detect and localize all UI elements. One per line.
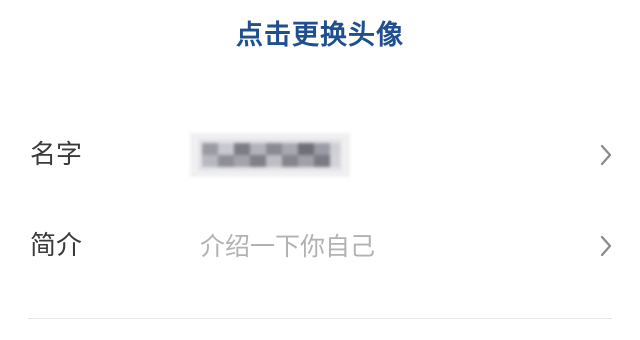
pixelation-mosaic <box>190 133 350 177</box>
chevron-right-icon <box>600 144 612 166</box>
name-value-blurred <box>190 127 350 183</box>
section-divider <box>28 318 612 319</box>
bio-label: 简介 <box>30 231 83 261</box>
change-avatar-button[interactable]: 点击更换头像 <box>0 0 640 64</box>
edit-profile-screen: 点击更换头像 名字 简介 介绍一下你自己 <box>0 0 640 340</box>
chevron-right-icon <box>600 235 612 257</box>
profile-row-bio[interactable]: 简介 介绍一下你自己 <box>0 214 640 278</box>
profile-row-name[interactable]: 名字 <box>0 123 640 187</box>
name-label: 名字 <box>30 140 83 170</box>
bio-placeholder: 介绍一下你自己 <box>200 231 376 261</box>
